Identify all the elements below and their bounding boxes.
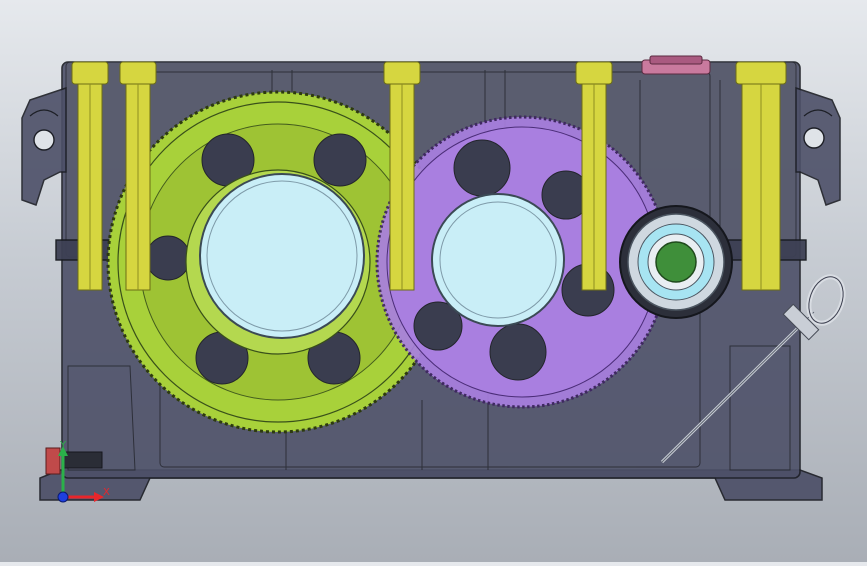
triad-x-label: X xyxy=(103,487,110,498)
breather-cap xyxy=(641,55,711,75)
triad-y-label: Y xyxy=(59,440,67,451)
lug-hole-left xyxy=(33,129,55,151)
triad-z-axis xyxy=(57,491,69,503)
tie-bolt xyxy=(735,61,787,291)
gearbox-assembly-drawing: X Y xyxy=(21,55,846,503)
pinion-shaft xyxy=(619,205,733,319)
large-gear-lightening-hole xyxy=(145,235,191,281)
pinion-core xyxy=(655,241,697,283)
cad-viewport[interactable]: X Y xyxy=(0,0,867,562)
lug-hole-right xyxy=(803,127,825,149)
mid-gear-lightening-hole xyxy=(489,323,547,381)
mid-gear-lightening-hole xyxy=(453,139,511,197)
large-gear-lightening-hole xyxy=(313,133,367,187)
